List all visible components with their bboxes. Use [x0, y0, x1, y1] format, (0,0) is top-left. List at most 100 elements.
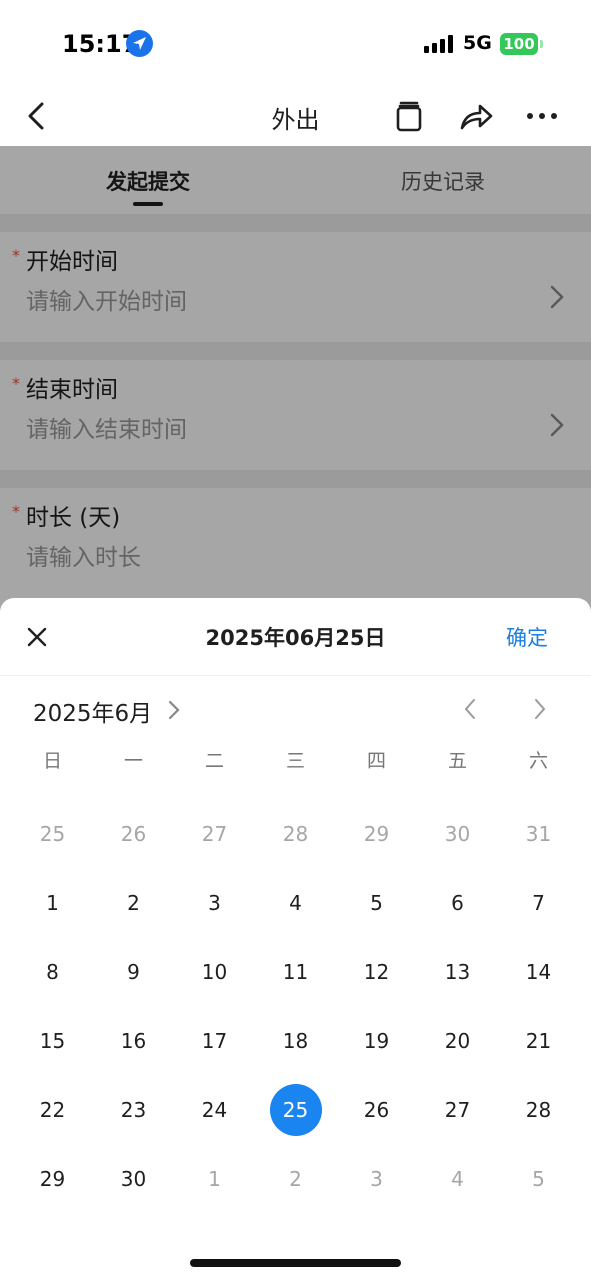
day-number: 20 [444, 1028, 471, 1053]
calendar-day[interactable]: 26 [93, 799, 174, 868]
battery-tip [540, 40, 543, 48]
calendar-day[interactable]: 19 [336, 1006, 417, 1075]
calendar-day[interactable]: 4 [417, 1144, 498, 1213]
calendar-day-selected[interactable]: 25 [255, 1075, 336, 1144]
day-number: 30 [120, 1166, 147, 1191]
calendar-week-row: 1 2 3 4 5 6 7 [12, 868, 579, 937]
month-row: 2025年6月 [0, 690, 591, 730]
calendar-day[interactable]: 2 [255, 1144, 336, 1213]
close-icon[interactable] [22, 622, 52, 652]
calendar-day[interactable]: 27 [174, 799, 255, 868]
calendar-day[interactable]: 10 [174, 937, 255, 1006]
more-icon[interactable] [522, 96, 562, 136]
calendar-day[interactable]: 5 [498, 1144, 579, 1213]
next-month-icon[interactable] [530, 696, 550, 722]
calendar-week-row: 15 16 17 18 19 20 21 [12, 1006, 579, 1075]
calendar-day[interactable]: 12 [336, 937, 417, 1006]
weekday-label: 五 [447, 750, 467, 772]
calendar-week-row: 29 30 1 2 3 4 5 [12, 1144, 579, 1213]
battery-icon: 100 [500, 33, 538, 55]
calendar-day[interactable]: 18 [255, 1006, 336, 1075]
day-number: 30 [444, 821, 471, 846]
day-number: 25 [39, 821, 66, 846]
day-number: 27 [201, 821, 228, 846]
calendar-day[interactable]: 4 [255, 868, 336, 937]
confirm-button[interactable]: 确定 [506, 622, 548, 652]
day-number: 23 [120, 1097, 147, 1122]
weekday-label: 二 [204, 750, 224, 772]
calendar-day[interactable]: 15 [12, 1006, 93, 1075]
home-indicator [190, 1259, 401, 1267]
day-number: 14 [525, 959, 552, 984]
day-number: 24 [201, 1097, 228, 1122]
calendar-grid: 25 26 27 28 29 30 31 1 2 3 4 5 6 7 8 9 10 11 12 13 14 15 16 17 1… [12, 799, 579, 1213]
day-number: 28 [282, 821, 309, 846]
calendar-day[interactable]: 27 [417, 1075, 498, 1144]
weekday-header: 日 一 二 三 四 五 六 [12, 746, 579, 782]
calendar-day[interactable]: 17 [174, 1006, 255, 1075]
calendar-day[interactable]: 2 [93, 868, 174, 937]
calendar-week-row: 25 26 27 28 29 30 31 [12, 799, 579, 868]
day-number: 10 [201, 959, 228, 984]
calendar-day[interactable]: 9 [93, 937, 174, 1006]
calendar-day[interactable]: 30 [417, 799, 498, 868]
calendar-day[interactable]: 26 [336, 1075, 417, 1144]
calendar-day[interactable]: 20 [417, 1006, 498, 1075]
day-number: 4 [289, 890, 302, 915]
calendar-day[interactable]: 1 [12, 868, 93, 937]
calendar-day[interactable]: 25 [12, 799, 93, 868]
calendar-day[interactable]: 29 [336, 799, 417, 868]
location-icon [126, 30, 153, 57]
day-number: 27 [444, 1097, 471, 1122]
calendar-day[interactable]: 24 [174, 1075, 255, 1144]
calendar-day[interactable]: 30 [93, 1144, 174, 1213]
calendar-day[interactable]: 7 [498, 868, 579, 937]
calendar-day[interactable]: 28 [255, 799, 336, 868]
calendar-day[interactable]: 13 [417, 937, 498, 1006]
weekday-label: 一 [123, 750, 143, 772]
day-number: 31 [525, 821, 552, 846]
day-number: 5 [532, 1166, 545, 1191]
copy-icon[interactable] [392, 96, 426, 136]
calendar-day[interactable]: 8 [12, 937, 93, 1006]
day-number: 19 [363, 1028, 390, 1053]
weekday-label: 三 [285, 750, 305, 772]
month-label[interactable]: 2025年6月 [33, 694, 152, 728]
day-number: 22 [39, 1097, 66, 1122]
calendar-day[interactable]: 23 [93, 1075, 174, 1144]
day-number: 29 [39, 1166, 66, 1191]
day-number: 26 [120, 821, 147, 846]
calendar-day[interactable]: 1 [174, 1144, 255, 1213]
calendar-day[interactable]: 6 [417, 868, 498, 937]
prev-month-icon[interactable] [460, 696, 480, 722]
status-bar: 15:17 5G 100 [0, 0, 591, 88]
chevron-right-icon[interactable] [166, 699, 182, 721]
day-number: 17 [201, 1028, 228, 1053]
day-number: 9 [127, 959, 140, 984]
calendar-day[interactable]: 28 [498, 1075, 579, 1144]
day-number: 26 [363, 1097, 390, 1122]
network-label: 5G [463, 32, 492, 54]
day-number: 5 [370, 890, 383, 915]
day-number: 2 [289, 1166, 302, 1191]
share-icon[interactable] [456, 96, 496, 136]
calendar-day[interactable]: 31 [498, 799, 579, 868]
calendar-day[interactable]: 14 [498, 937, 579, 1006]
selected-date: 2025年06月25日 [205, 626, 386, 650]
calendar-day[interactable]: 22 [12, 1075, 93, 1144]
sheet-header: 2025年06月25日 确定 [0, 598, 591, 676]
weekday-label: 四 [366, 750, 386, 772]
calendar-week-row: 8 9 10 11 12 13 14 [12, 937, 579, 1006]
back-icon[interactable] [18, 96, 58, 136]
calendar-day[interactable]: 21 [498, 1006, 579, 1075]
day-number: 8 [46, 959, 59, 984]
calendar-day[interactable]: 29 [12, 1144, 93, 1213]
calendar-day[interactable]: 5 [336, 868, 417, 937]
day-number: 11 [282, 959, 309, 984]
day-number: 13 [444, 959, 471, 984]
calendar-day[interactable]: 3 [336, 1144, 417, 1213]
calendar-day[interactable]: 3 [174, 868, 255, 937]
calendar-day[interactable]: 16 [93, 1006, 174, 1075]
weekday-label: 日 [42, 750, 62, 772]
calendar-day[interactable]: 11 [255, 937, 336, 1006]
